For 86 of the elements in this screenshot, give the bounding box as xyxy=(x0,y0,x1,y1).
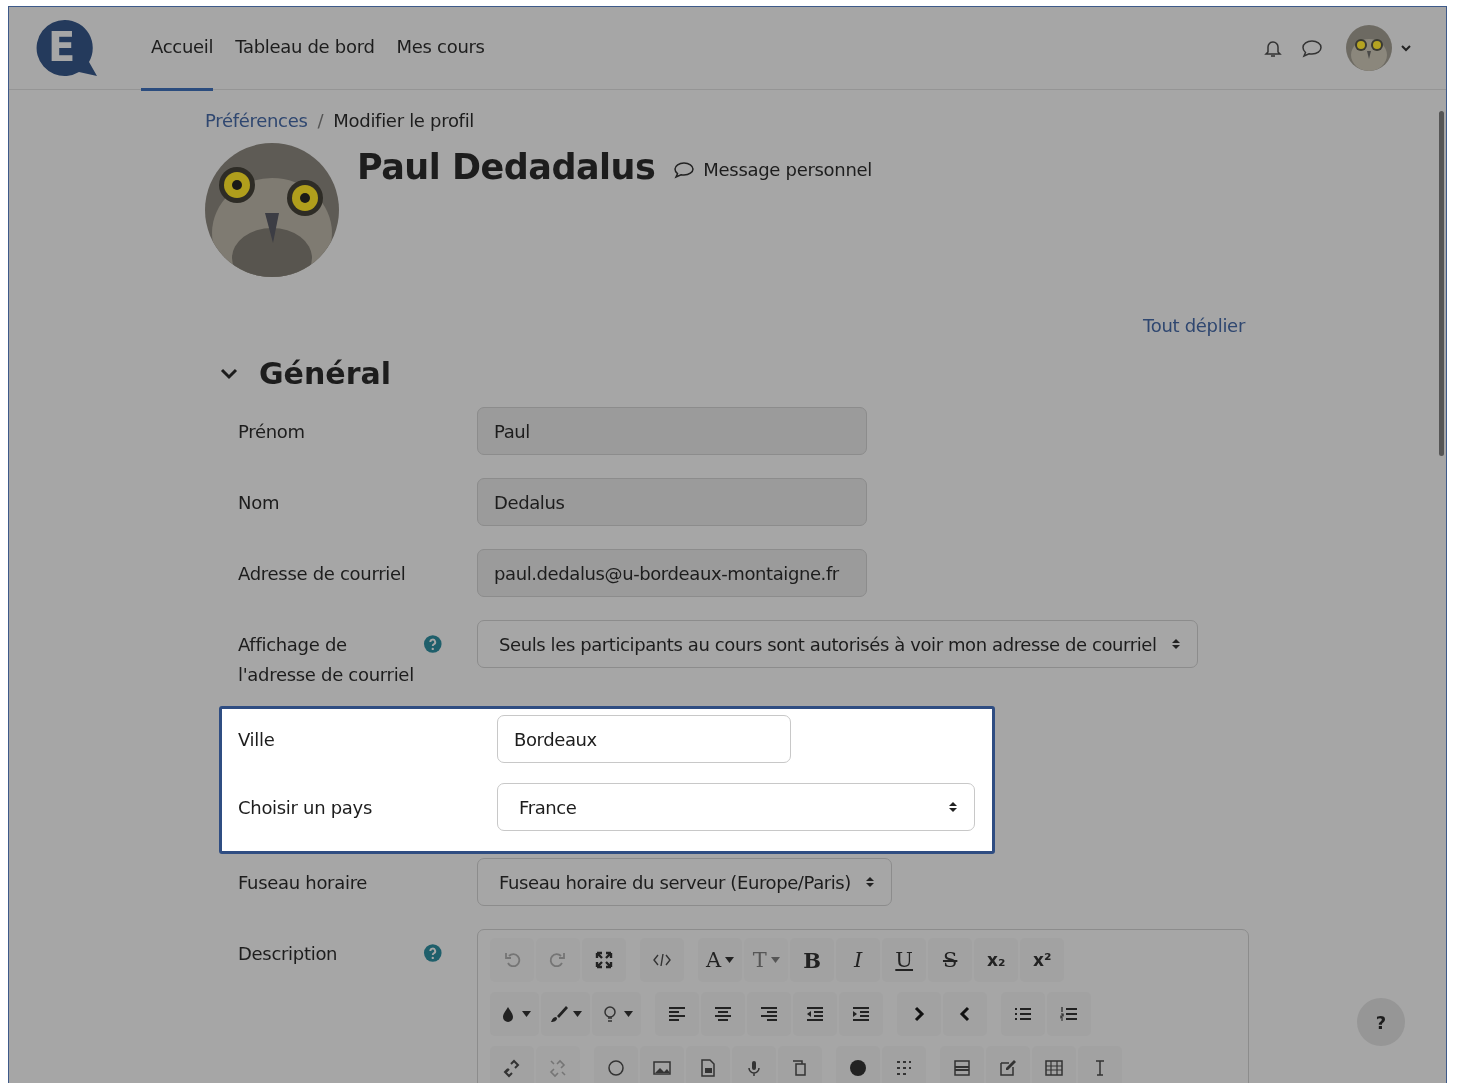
toolbar-button[interactable] xyxy=(1032,1046,1076,1083)
edit-icon xyxy=(998,1058,1018,1078)
undo-icon xyxy=(502,950,522,970)
field-label: Nom xyxy=(238,491,281,515)
circle-icon xyxy=(606,1058,626,1078)
toolbar-button[interactable]: x² xyxy=(1020,938,1065,982)
field-label: Fuseau horaire xyxy=(238,871,369,895)
toolbar-button[interactable] xyxy=(940,1046,984,1083)
align-center-icon xyxy=(713,1004,733,1024)
toolbar-button[interactable] xyxy=(839,992,883,1036)
toolbar-button[interactable]: U xyxy=(882,938,927,982)
sort-arrows-icon xyxy=(948,801,958,813)
toolbar-button[interactable] xyxy=(592,992,641,1036)
toolbar-button[interactable] xyxy=(732,1046,776,1083)
toolbar-button[interactable] xyxy=(778,1046,822,1083)
toolbar-button[interactable]: S xyxy=(928,938,973,982)
section-title[interactable]: Général xyxy=(259,356,391,391)
chat-bubble-icon[interactable] xyxy=(1300,37,1324,59)
nav-link[interactable]: Accueil xyxy=(141,7,214,91)
toolbar-button[interactable]: x₂ xyxy=(974,938,1019,982)
message-link[interactable]: Message personnel xyxy=(703,159,872,180)
toolbar-button[interactable] xyxy=(836,1046,880,1083)
toolbar-button[interactable] xyxy=(1001,992,1045,1036)
dropdown[interactable]: Seuls les participants au cours sont autorisés à voir mon adresse de courriel xyxy=(477,620,1198,668)
toolbar-button[interactable] xyxy=(594,1046,638,1083)
nav-link[interactable]: Tableau de bord xyxy=(235,7,375,91)
expand-arrows-icon xyxy=(594,950,614,970)
field-label: Choisir un pays xyxy=(238,796,374,820)
image-icon xyxy=(652,1058,672,1078)
grid-icon xyxy=(894,1058,914,1078)
field-label: Ville xyxy=(238,728,276,752)
link-icon xyxy=(502,1058,522,1078)
field-label: Description xyxy=(238,942,339,966)
profile-name: Paul Dedadalus xyxy=(357,147,656,187)
nav-link[interactable]: Mes cours xyxy=(396,7,485,91)
toolbar-button[interactable] xyxy=(1078,1046,1122,1083)
toolbar-button[interactable] xyxy=(640,938,684,982)
toolbar-button[interactable] xyxy=(943,992,987,1036)
field-label: Adresse de courriel xyxy=(238,562,407,586)
toolbar-button[interactable]: I xyxy=(836,938,881,982)
toolbar-button[interactable] xyxy=(640,1046,684,1083)
toolbar-button[interactable] xyxy=(793,992,837,1036)
caret-icon[interactable] xyxy=(1400,43,1412,53)
toolbar-button[interactable] xyxy=(897,992,941,1036)
toolbar-button[interactable] xyxy=(1047,992,1091,1036)
document-icon xyxy=(698,1058,718,1078)
breadcrumb-separator: / xyxy=(317,110,324,131)
breadcrumb-current: Modifier le profil xyxy=(333,110,475,131)
field-label: Prénom xyxy=(238,420,306,444)
input-field[interactable]: Bordeaux xyxy=(497,715,791,763)
redo-icon xyxy=(548,950,568,970)
align-right-icon xyxy=(759,1004,779,1024)
brush-icon xyxy=(549,1004,569,1024)
toolbar-button[interactable]: B xyxy=(790,938,835,982)
toolbar-button[interactable] xyxy=(686,1046,730,1083)
numbered-list-icon xyxy=(1059,1004,1079,1024)
toolbar-button[interactable] xyxy=(490,1046,534,1083)
toolbar-button[interactable] xyxy=(541,992,590,1036)
help-button[interactable]: ? xyxy=(1357,998,1405,1046)
toolbar-button[interactable] xyxy=(655,992,699,1036)
indent-icon xyxy=(851,1004,871,1024)
toolbar-button[interactable]: A xyxy=(698,938,743,982)
toolbar-button[interactable] xyxy=(490,992,539,1036)
circle-icon xyxy=(848,1058,868,1078)
breadcrumb-link[interactable]: Préférences xyxy=(205,110,308,131)
sort-arrows-icon xyxy=(1170,638,1181,650)
unlink-icon xyxy=(548,1058,568,1078)
chevron-icon[interactable] xyxy=(219,366,239,381)
scrollbar-thumb[interactable] xyxy=(1439,111,1444,456)
toolbar-button[interactable] xyxy=(747,992,791,1036)
dropdown[interactable]: France xyxy=(497,783,975,831)
toolbar-button[interactable] xyxy=(986,1046,1030,1083)
toolbar-button[interactable] xyxy=(882,1046,926,1083)
table-icon xyxy=(1044,1058,1064,1078)
expand-all-link[interactable]: Tout déplier xyxy=(1143,315,1245,336)
toolbar-button[interactable] xyxy=(582,938,626,982)
layout-icon xyxy=(952,1058,972,1078)
align-left-icon xyxy=(667,1004,687,1024)
chat-bubble-icon[interactable] xyxy=(673,160,696,179)
help-icon[interactable] xyxy=(423,943,443,963)
dropdown[interactable]: Fuseau horaire du serveur (Europe/Paris) xyxy=(477,858,892,906)
outdent-icon xyxy=(805,1004,825,1024)
field-label: Affichage de l'adresse de courriel xyxy=(238,633,415,687)
sort-arrows-icon xyxy=(865,876,875,888)
help-icon[interactable] xyxy=(423,634,443,654)
toolbar-button[interactable] xyxy=(701,992,745,1036)
